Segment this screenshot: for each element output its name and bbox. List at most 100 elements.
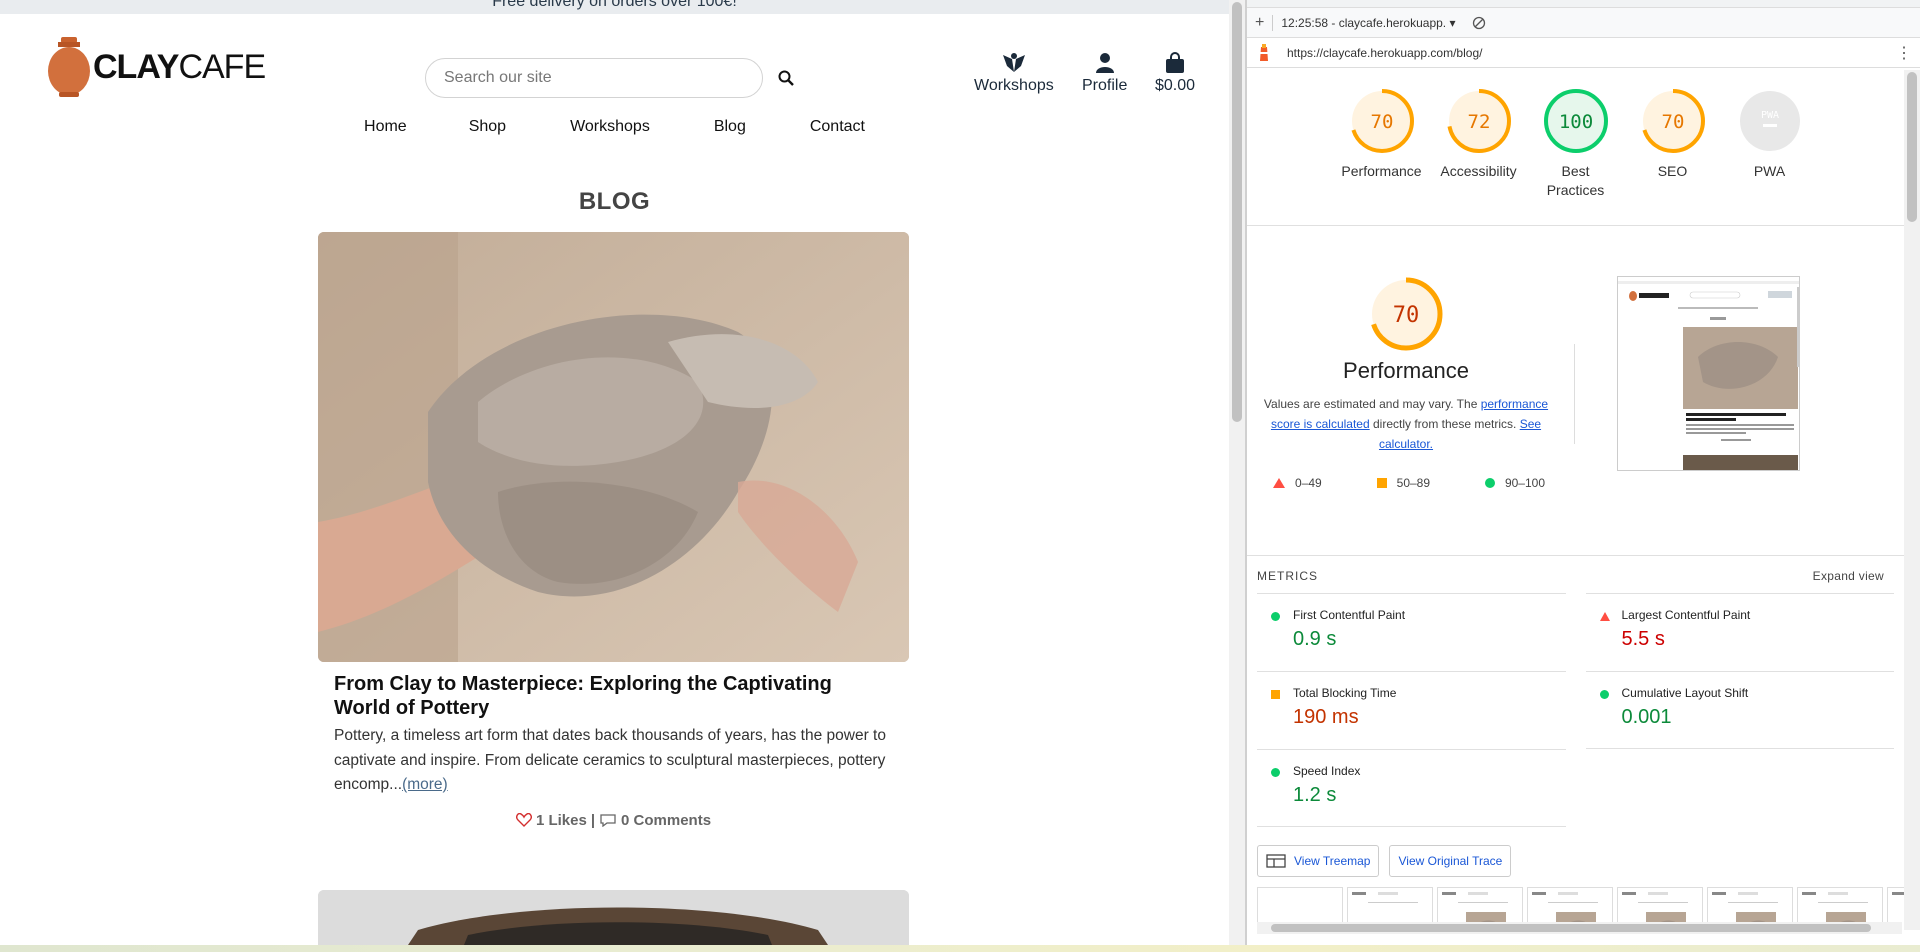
profile-label: Profile xyxy=(1082,77,1128,94)
metric-first-contentful-paint: First Contentful Paint 0.9 s xyxy=(1257,593,1566,671)
gauge-accessibility[interactable]: 72 Accessibility xyxy=(1430,88,1527,225)
nav-contact[interactable]: Contact xyxy=(778,118,897,136)
workshops-label: Workshops xyxy=(974,77,1054,94)
nav-workshops[interactable]: Workshops xyxy=(538,118,682,136)
comments-count: 0 Comments xyxy=(621,811,712,829)
logo[interactable]: CLAYCAFE xyxy=(47,37,266,97)
gauge-label: Accessibility xyxy=(1440,163,1517,179)
comment-icon xyxy=(600,814,616,827)
score-gauges: 70 Performance 72 Accessibility 100 Best Prac… xyxy=(1247,70,1904,226)
workshops-icon xyxy=(1002,53,1025,72)
view-treemap-button[interactable]: View Treemap xyxy=(1257,845,1380,877)
green-circle-icon xyxy=(1271,612,1280,621)
metric-label: Speed Index xyxy=(1293,764,1361,778)
metric-value: 190 ms xyxy=(1293,706,1359,728)
performance-title: Performance xyxy=(1343,358,1469,383)
gauge-score: 100 xyxy=(1558,111,1592,133)
gauge-performance[interactable]: 70 Performance xyxy=(1333,88,1430,225)
gauge-score: 70 xyxy=(1661,111,1684,133)
site-header: CLAYCAFE Workshops Profile $0.00 xyxy=(0,14,1229,114)
metric-label: Cumulative Layout Shift xyxy=(1621,686,1749,700)
pwa-dash-icon xyxy=(1762,124,1777,127)
meta-separator: | xyxy=(590,811,596,829)
devtools-panel: + 12:25:58 - claycafe.herokuapp. ▾ https… xyxy=(1247,0,1920,945)
performance-section: 70 Performance Values are estimated and … xyxy=(1247,226,1904,556)
metric-label: Largest Contentful Paint xyxy=(1621,608,1751,622)
performance-summary: 70 Performance Values are estimated and … xyxy=(1261,276,1551,490)
user-icon xyxy=(1095,53,1114,73)
next-post-image[interactable] xyxy=(318,890,909,945)
website-viewport: Free delivery on orders over 100€! CLAYC… xyxy=(0,0,1229,945)
metric-total-blocking-time: Total Blocking Time 190 ms xyxy=(1257,671,1566,749)
post-title[interactable]: From Clay to Masterpiece: Exploring the … xyxy=(334,672,893,720)
expand-view-toggle[interactable]: Expand view xyxy=(1813,569,1884,583)
final-screenshot[interactable] xyxy=(1617,276,1800,471)
orange-square-icon xyxy=(1376,478,1387,488)
main-nav: Home Shop Workshops Blog Contact xyxy=(0,118,1229,136)
lighthouse-report: 70 Performance 72 Accessibility 100 Best Prac… xyxy=(1247,70,1904,930)
red-triangle-icon xyxy=(1599,612,1610,621)
gauge-label: SEO xyxy=(1657,163,1688,179)
gauge-best-practices[interactable]: 100 Best Practices xyxy=(1527,88,1624,225)
report-selector[interactable]: 12:25:58 - claycafe.herokuapp. ▾ xyxy=(1281,16,1455,30)
legend-fail: 0–49 xyxy=(1273,476,1322,490)
profile-link[interactable]: Profile xyxy=(1082,52,1127,95)
treemap-icon xyxy=(1266,854,1286,868)
nav-home[interactable]: Home xyxy=(332,118,439,136)
metrics-header: METRICS Expand view xyxy=(1247,569,1904,583)
report-url-bar: https://claycafe.herokuapp.com/blog/ ⋮ xyxy=(1247,38,1920,68)
gauge-score: 70 xyxy=(1370,111,1393,133)
metric-value: 5.5 s xyxy=(1621,628,1665,650)
gauge-score: 72 xyxy=(1467,111,1490,133)
metric-label: Total Blocking Time xyxy=(1293,686,1397,700)
taskbar xyxy=(0,945,1920,952)
gauge-pwa[interactable]: PWA PWA xyxy=(1721,88,1818,225)
performance-gauge: 70 xyxy=(1261,276,1551,352)
add-report-icon[interactable]: + xyxy=(1255,14,1264,32)
performance-description: Values are estimated and may vary. The p… xyxy=(1263,397,1549,451)
heart-icon[interactable] xyxy=(516,813,532,827)
likes-count: 1 Likes xyxy=(535,811,587,829)
report-scrollbar[interactable] xyxy=(1904,70,1920,930)
metric-label: First Contentful Paint xyxy=(1293,608,1406,622)
read-more-link[interactable]: (more) xyxy=(402,776,448,793)
clear-icon[interactable] xyxy=(1472,16,1486,30)
post-excerpt: Pottery, a timeless art form that dates … xyxy=(334,727,886,793)
nav-shop[interactable]: Shop xyxy=(439,118,538,136)
search-input[interactable] xyxy=(425,58,763,98)
more-options-icon[interactable]: ⋮ xyxy=(1896,43,1912,63)
dropdown-arrow-icon: ▾ xyxy=(1449,15,1456,30)
gauge-label: Performance xyxy=(1341,163,1422,179)
devtools-tabs xyxy=(1247,0,1920,8)
search-form xyxy=(425,58,801,98)
report-url[interactable]: https://claycafe.herokuapp.com/blog/ xyxy=(1287,46,1482,60)
metrics-title: METRICS xyxy=(1257,569,1318,583)
nav-blog[interactable]: Blog xyxy=(682,118,778,136)
search-icon[interactable] xyxy=(771,63,801,93)
gauge-score: PWA xyxy=(1760,110,1778,121)
metric-value: 0.9 s xyxy=(1293,628,1337,650)
gauge-seo[interactable]: 70 SEO xyxy=(1624,88,1721,225)
metric-cumulative-layout-shift: Cumulative Layout Shift 0.001 xyxy=(1585,671,1894,749)
gauge-label: Best Practices xyxy=(1546,163,1605,198)
green-circle-icon xyxy=(1484,478,1495,488)
page-scrollbar[interactable] xyxy=(1229,0,1245,945)
metric-speed-index: Speed Index 1.2 s xyxy=(1257,749,1566,827)
promo-banner: Free delivery on orders over 100€! xyxy=(0,0,1229,14)
metrics-section: METRICS Expand view First Contentful Pai… xyxy=(1247,556,1904,930)
lighthouse-toolbar: + 12:25:58 - claycafe.herokuapp. ▾ xyxy=(1247,8,1920,38)
metric-value: 0.001 xyxy=(1621,706,1672,728)
post-image[interactable] xyxy=(318,232,909,662)
cart-total: $0.00 xyxy=(1155,77,1196,94)
performance-score: 70 xyxy=(1393,303,1420,328)
page-title: BLOG xyxy=(578,188,651,215)
red-triangle-icon xyxy=(1273,478,1285,488)
metric-value: 1.2 s xyxy=(1293,784,1337,806)
workshops-link[interactable]: Workshops xyxy=(974,52,1054,95)
filmstrip-scrollbar[interactable] xyxy=(1257,922,1902,934)
cart-link[interactable]: $0.00 xyxy=(1155,52,1195,95)
view-trace-button[interactable]: View Original Trace xyxy=(1389,845,1512,877)
metrics-grid: First Contentful Paint 0.9 s Largest Conte… xyxy=(1247,593,1904,827)
green-circle-icon xyxy=(1599,690,1609,699)
post-meta: 1 Likes | 0 Comments xyxy=(318,812,909,829)
